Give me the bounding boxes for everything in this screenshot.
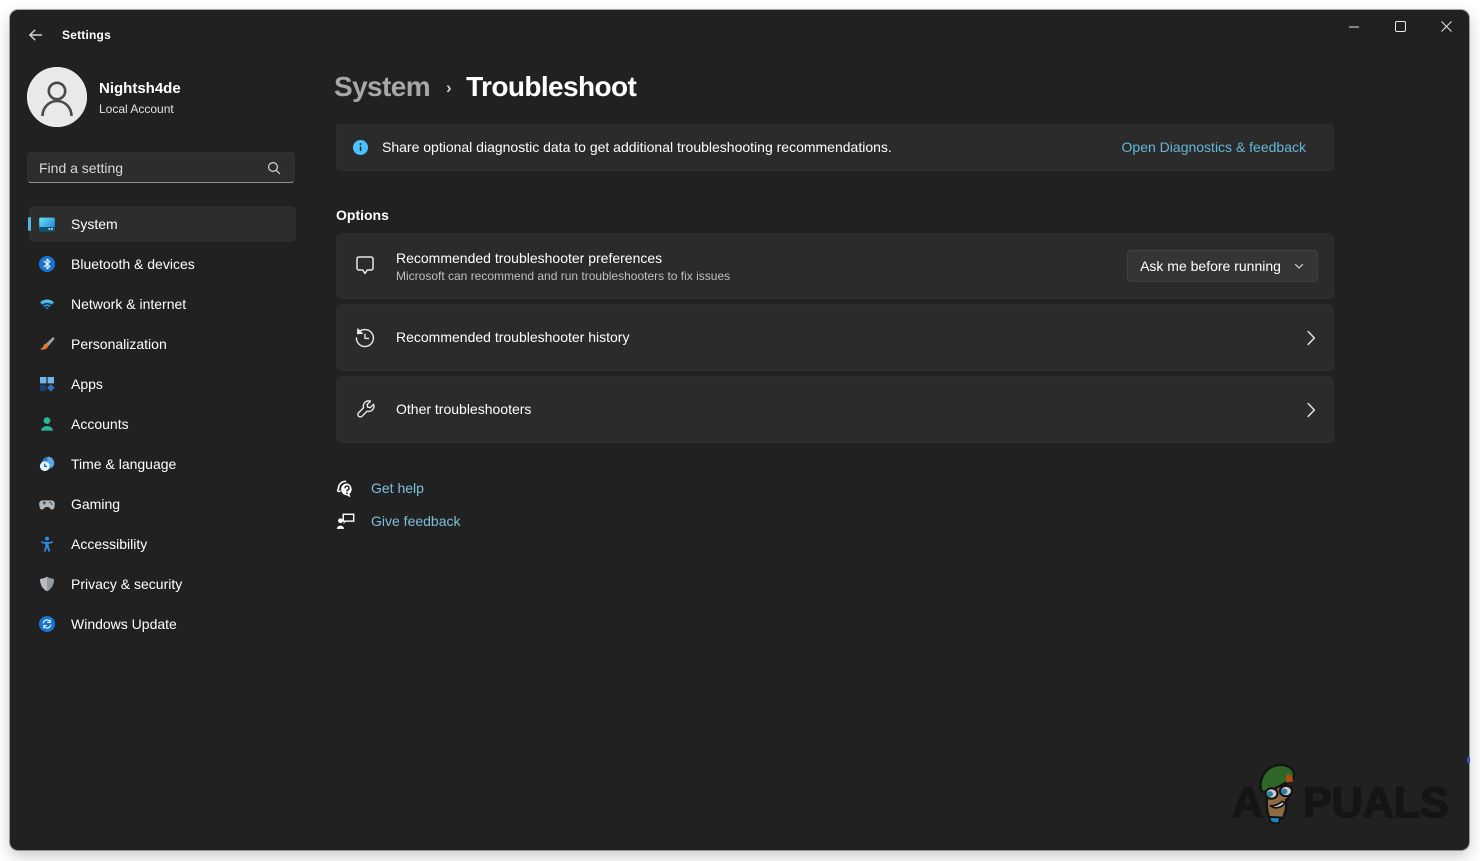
svg-text:PUALS: PUALS [1303,779,1448,826]
svg-text:A: A [1232,779,1263,826]
